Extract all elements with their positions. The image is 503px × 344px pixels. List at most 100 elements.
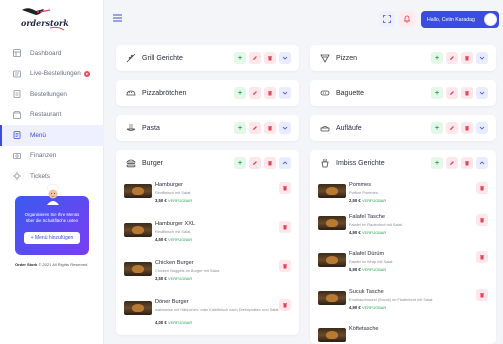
menu-item-image (124, 184, 152, 198)
delete-category-button[interactable] (264, 122, 276, 134)
delete-item-button[interactable] (279, 299, 291, 311)
menu-item-description: Chicken Nuggets im Burger mit Salat. (155, 268, 220, 273)
delete-item-button[interactable] (476, 289, 488, 301)
menu-item[interactable]: Hamburger Rindfleisch mit Salat. 3,50 € … (116, 178, 299, 217)
sidebar-item-restaurant[interactable]: Restaurant (0, 105, 104, 126)
category-title: Pizzabrötchen (142, 89, 187, 97)
add-item-button[interactable]: + (234, 52, 246, 64)
edit-category-button[interactable] (446, 157, 458, 169)
expand-category-button[interactable] (279, 52, 291, 64)
delete-category-button[interactable] (461, 52, 473, 64)
delete-item-button[interactable] (279, 182, 291, 194)
menu-item-description: Portion Pommes. (349, 190, 379, 195)
sidebar-item-dashboard[interactable]: Dashboard (0, 43, 104, 64)
edit-category-button[interactable] (249, 122, 261, 134)
pizza-icon (320, 53, 330, 63)
add-item-button[interactable]: + (234, 87, 246, 99)
sidebar-item-finance[interactable]: Finanzen (0, 146, 104, 167)
category-actions: + (234, 52, 291, 64)
menu-item-list: Hamburger Rindfleisch mit Salat. 3,50 € … (116, 178, 299, 337)
edit-category-button[interactable] (446, 122, 458, 134)
bread-icon (126, 88, 136, 98)
menu-item-description: Falafel im Wrap mit Salat. (349, 259, 394, 264)
menu-item-name: Pommes (349, 182, 372, 188)
delete-category-button[interactable] (264, 87, 276, 99)
pencil-icon (450, 161, 454, 165)
category-card-baguette: Baguette + (310, 80, 496, 106)
pencil-icon (253, 161, 257, 165)
add-item-button[interactable]: + (431, 52, 443, 64)
collapse-category-button[interactable] (279, 157, 291, 169)
delete-item-button[interactable] (476, 182, 488, 194)
pencil-icon (253, 91, 257, 95)
tickets-icon (13, 172, 21, 181)
delete-category-button[interactable] (461, 87, 473, 99)
category-actions: + (234, 87, 291, 99)
category-card-pizzen: Pizzen + (310, 45, 496, 71)
sidebar-item-live-orders[interactable]: Live-Bestellungen ● (0, 64, 104, 85)
expand-category-button[interactable] (476, 122, 488, 134)
menu-item[interactable]: Hamburger XXL Rindfleisch mit Salat. 4,5… (116, 217, 299, 256)
trash-icon (465, 91, 469, 96)
sidebar-item-orders[interactable]: Bestellungen (0, 84, 104, 105)
add-item-button[interactable]: + (234, 122, 246, 134)
skewer-icon (126, 53, 136, 63)
delete-category-button[interactable] (264, 52, 276, 64)
orderstork-logo[interactable]: orderstork (14, 6, 72, 36)
delete-category-button[interactable] (264, 157, 276, 169)
menu-item[interactable]: Falafel Tasche Falafel im Fladenbrot mit… (310, 210, 496, 247)
menu-item-status: VERFÜGBAR (168, 276, 193, 281)
menu-item[interactable]: Falafel Dürüm Falafel im Wrap mit Salat.… (310, 247, 496, 285)
category-actions: + (431, 87, 488, 99)
add-item-button[interactable]: + (234, 157, 246, 169)
menu-item-status: VERFÜGBAR (362, 305, 387, 310)
collapse-category-button[interactable] (476, 157, 488, 169)
chevron-down-icon (479, 126, 485, 130)
add-item-button[interactable]: + (431, 87, 443, 99)
menu-item[interactable]: Chicken Burger Chicken Nuggets im Burger… (116, 256, 299, 295)
hamburger-menu-icon[interactable] (113, 14, 122, 22)
menu-item-name: Sucuk Tasche (349, 289, 384, 295)
expand-category-button[interactable] (476, 87, 488, 99)
menu-item-description: Rindfleisch mit Salat. (155, 190, 192, 195)
menu-item-status: VERFÜGBAR (362, 230, 387, 235)
menu-item[interactable]: Döner Burger wahlweise mit Hähnchen- ode… (116, 295, 299, 337)
delete-item-button[interactable] (279, 260, 291, 272)
menu-item[interactable]: Pommes Portion Pommes. 2,50 € VERFÜGBAR (310, 178, 496, 210)
expand-category-button[interactable] (279, 122, 291, 134)
menu-item-price: 4,50 € (155, 237, 167, 242)
menu-item[interactable]: Sucuk Tasche Knoblauchwurst (Sucuk) im F… (310, 285, 496, 322)
category-card-imbiss: Imbiss Gerichte + Pommes Portion Pommes.… (310, 150, 496, 344)
trash-icon (465, 56, 469, 61)
edit-category-button[interactable] (446, 87, 458, 99)
expand-category-button[interactable] (279, 87, 291, 99)
menu-item-name: Hamburger XXL (155, 221, 196, 227)
menu-item-status: VERFÜGBAR (362, 267, 387, 272)
edit-category-button[interactable] (249, 52, 261, 64)
trash-icon (283, 264, 287, 269)
delete-item-button[interactable] (279, 221, 291, 233)
menu-icon (13, 131, 21, 140)
delete-item-button[interactable] (476, 251, 488, 263)
restaurant-icon (13, 110, 21, 119)
menu-item[interactable]: Köftetasche (310, 322, 496, 342)
delete-category-button[interactable] (461, 157, 473, 169)
notifications-button[interactable] (399, 11, 415, 27)
sidebar-item-label: Tickets (30, 172, 51, 180)
user-menu-button[interactable]: Hallo, Cetin Karadag (421, 11, 499, 28)
add-item-button[interactable]: + (431, 122, 443, 134)
delete-category-button[interactable] (461, 122, 473, 134)
menu-item-price: 3,50 € (155, 276, 167, 281)
trash-icon (465, 161, 469, 166)
edit-category-button[interactable] (446, 52, 458, 64)
fullscreen-button[interactable] (379, 11, 395, 27)
edit-category-button[interactable] (249, 87, 261, 99)
sidebar-item-menu[interactable]: Menü (0, 125, 104, 146)
expand-category-button[interactable] (476, 52, 488, 64)
add-menu-button[interactable]: + Menü hinzufügen (24, 232, 80, 244)
edit-category-button[interactable] (249, 157, 261, 169)
menu-item-price: 3,50 € (155, 198, 167, 203)
category-title: Pasta (142, 124, 160, 132)
delete-item-button[interactable] (476, 214, 488, 226)
add-item-button[interactable]: + (431, 157, 443, 169)
